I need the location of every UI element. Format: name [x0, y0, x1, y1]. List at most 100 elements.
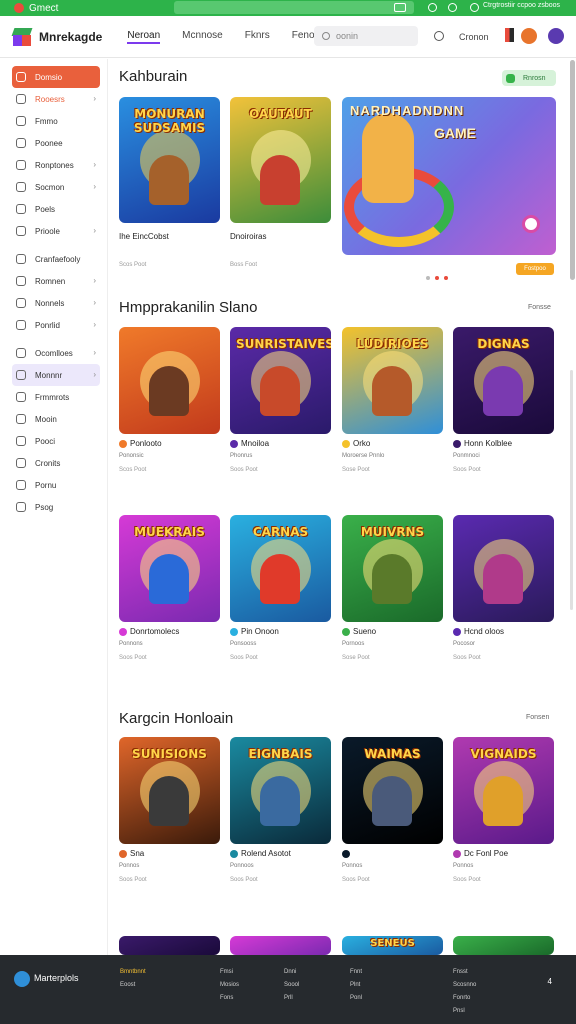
see-all-link[interactable]: Fonsen — [526, 714, 549, 721]
footer-link[interactable]: Ponl — [350, 992, 362, 1005]
sidebar-item[interactable]: Rooesrs › — [12, 88, 100, 110]
account-icon[interactable] — [470, 3, 479, 12]
address-bar[interactable] — [174, 1, 414, 14]
scrollbar-track[interactable] — [570, 370, 573, 610]
sidebar-item[interactable]: Socmon › — [12, 176, 100, 198]
brand-name[interactable]: Mnrekagde — [39, 30, 102, 44]
sidebar-item[interactable]: Cranfaefooly — [12, 248, 100, 270]
game-name[interactable]: Rolend Asotot — [230, 849, 291, 858]
game-name[interactable] — [342, 849, 353, 858]
footer-link[interactable]: Plnt — [350, 979, 362, 992]
hero-banner[interactable]: NARDHADNDNN GAME — [342, 97, 556, 255]
filter-pill[interactable]: Rnrosn — [502, 70, 556, 86]
footer-link[interactable]: Dnni — [284, 966, 299, 979]
game-card[interactable]: MUIVRNS Sueno Pornoos Sose Poot — [342, 515, 443, 661]
game-thumbnail[interactable] — [453, 936, 554, 955]
game-name[interactable]: Honn Kolblee — [453, 439, 512, 448]
game-name[interactable]: Pin Onoon — [230, 627, 279, 636]
game-card[interactable]: EIGNBAIS Rolend Asotot Ponnoos Soos Poot — [230, 737, 331, 883]
game-name[interactable]: Dc Fonl Poe — [453, 849, 508, 858]
sidebar-item[interactable]: Domsio — [12, 66, 100, 88]
game-card[interactable]: MONURAN SUDSAMIS — [119, 97, 220, 223]
extension-icon[interactable] — [428, 3, 437, 12]
game-thumbnail[interactable]: VIGNAIDS — [453, 737, 554, 844]
footer-link[interactable]: Fnnt — [350, 966, 362, 979]
game-card[interactable]: DIGNAS Honn Kolblee Ponmnoci Soos Poot — [453, 327, 554, 473]
game-card[interactable]: SUNISIONS Sna Ponnos Soos Poot — [119, 737, 220, 883]
carousel-dots[interactable] — [426, 267, 453, 285]
game-thumbnail[interactable]: MONURAN SUDSAMIS — [119, 97, 220, 223]
footer-link[interactable]: Scosnno — [453, 979, 476, 992]
footer-link[interactable]: Prll — [284, 992, 299, 1005]
game-thumbnail[interactable]: WAIMAS — [342, 737, 443, 844]
avatar[interactable] — [521, 28, 537, 44]
settings-icon[interactable] — [448, 3, 457, 12]
sidebar-item[interactable]: Romnen › — [12, 270, 100, 292]
sidebar-item[interactable]: Ronptones › — [12, 154, 100, 176]
search-icon[interactable] — [434, 31, 444, 41]
nav-item-home[interactable]: Neroan — [127, 30, 161, 44]
footer-link[interactable]: Eoost — [120, 979, 146, 992]
marketplace-logo-icon[interactable] — [11, 27, 33, 46]
footer-link[interactable]: Mosios — [220, 979, 239, 992]
game-thumbnail[interactable]: CARNAS — [230, 515, 331, 622]
game-thumbnail[interactable]: DIGNAS — [453, 327, 554, 434]
game-thumbnail[interactable]: SUNRISTAIVES — [230, 327, 331, 434]
sidebar-item[interactable]: Mooin — [12, 408, 100, 430]
hero-button[interactable]: Fostpoo — [516, 263, 554, 275]
sidebar-item[interactable]: Poels — [12, 198, 100, 220]
game-card[interactable]: SUNRISTAIVES Mnoiloa Phonrus Soos Poot — [230, 327, 331, 473]
game-thumbnail[interactable]: LUDIRIOES — [342, 327, 443, 434]
footer-brand[interactable]: Marterplols — [34, 973, 79, 983]
game-name[interactable]: Mnoiloa — [230, 439, 269, 448]
game-thumbnail[interactable] — [230, 936, 331, 955]
sidebar-item[interactable]: Psog — [12, 496, 100, 518]
notifications-icon[interactable] — [548, 28, 564, 44]
game-card[interactable]: MUEKRAIS Donrtomolecs Ponnons Soos Poot — [119, 515, 220, 661]
game-thumbnail[interactable]: MUIVRNS — [342, 515, 443, 622]
game-thumbnail[interactable]: SENEUS — [342, 936, 443, 955]
game-name[interactable]: Dnoiroiras — [230, 232, 266, 241]
game-card[interactable]: CARNAS Pin Onoon Ponsooss Soos Poot — [230, 515, 331, 661]
header-link[interactable]: Cronon — [459, 32, 489, 42]
scrollbar[interactable] — [570, 60, 575, 280]
sidebar-item[interactable]: Ponrlid › — [12, 314, 100, 336]
footer-link[interactable]: Soool — [284, 979, 299, 992]
game-card[interactable]: LUDIRIOES Orko Moroerse Pnnlo Sose Poot — [342, 327, 443, 473]
game-card[interactable]: WAIMAS Ponnos Soos Poot — [342, 737, 443, 883]
game-card[interactable]: Hcnd oloos Pocosor Soos Poot — [453, 515, 554, 661]
game-name[interactable]: Sna — [119, 849, 144, 858]
sidebar-item[interactable]: Ocomlloes › — [12, 342, 100, 364]
tab-icon[interactable] — [394, 3, 406, 12]
game-thumbnail[interactable] — [119, 327, 220, 434]
footer-logo-icon[interactable] — [14, 971, 30, 987]
footer-link[interactable]: Pnsl — [453, 1005, 476, 1018]
sidebar-item[interactable]: Fmmo — [12, 110, 100, 132]
game-name[interactable]: Ponlooto — [119, 439, 162, 448]
sidebar-item[interactable]: Monnnr › — [12, 364, 100, 386]
sidebar-item[interactable]: Poonee — [12, 132, 100, 154]
footer-link[interactable]: Fmsi — [220, 966, 239, 979]
game-card[interactable]: Ponlooto Pononsic Scos Poot — [119, 327, 220, 473]
see-all-link[interactable]: Fonsse — [528, 304, 551, 311]
sidebar-item[interactable]: Prioole › — [12, 220, 100, 242]
nav-item-3[interactable]: Fknrs — [245, 30, 270, 44]
language-flag-icon[interactable] — [505, 28, 514, 42]
sidebar-item[interactable]: Pooci — [12, 430, 100, 452]
game-thumbnail[interactable] — [119, 936, 220, 955]
sidebar-item[interactable]: Nonnels › — [12, 292, 100, 314]
footer-link[interactable]: Fonrto — [453, 992, 476, 1005]
game-thumbnail[interactable]: OAUTAUT — [230, 97, 331, 223]
game-thumbnail[interactable]: SUNISIONS — [119, 737, 220, 844]
sidebar-item[interactable]: Pornu — [12, 474, 100, 496]
search-input[interactable]: oonin — [314, 26, 418, 46]
game-thumbnail[interactable] — [453, 515, 554, 622]
game-card[interactable]: VIGNAIDS Dc Fonl Poe Ponnos Soos Poot — [453, 737, 554, 883]
game-name[interactable]: Ihe EincCobst — [119, 232, 169, 241]
nav-item-4[interactable]: Feno — [292, 30, 315, 44]
game-card[interactable]: OAUTAUT — [230, 97, 331, 223]
game-name[interactable]: Hcnd oloos — [453, 627, 504, 636]
footer-link[interactable]: Bmntbnnt — [120, 966, 146, 979]
game-name[interactable]: Orko — [342, 439, 370, 448]
game-thumbnail[interactable]: EIGNBAIS — [230, 737, 331, 844]
